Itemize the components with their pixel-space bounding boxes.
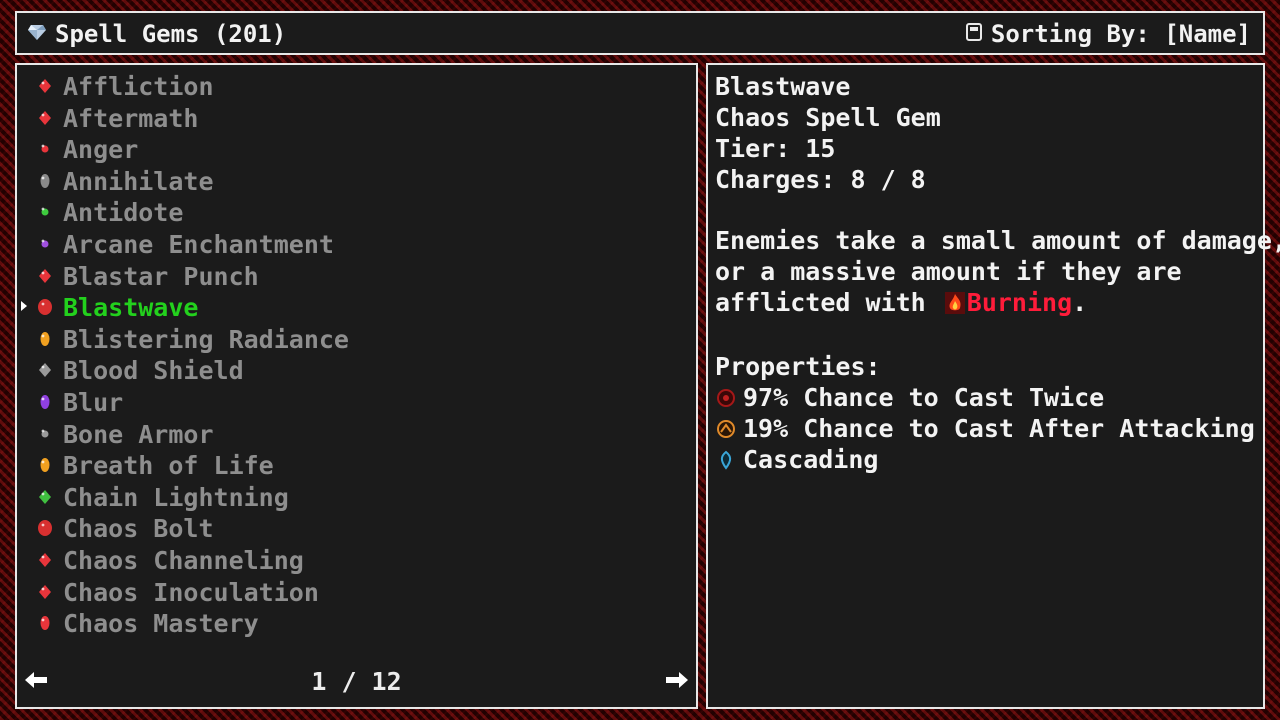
- gem-list-label: Blood Shield: [63, 356, 244, 386]
- description-line-3: afflicted with Burning.: [715, 287, 1280, 321]
- dot-gem-icon: [37, 425, 53, 443]
- oval-gem-icon: [37, 393, 53, 411]
- gem-list-label: Blur: [63, 387, 124, 417]
- diamond-gem-icon: [37, 583, 53, 601]
- page-title: Spell Gems (201): [55, 20, 287, 48]
- gem-list-item[interactable]: Chaos Bolt: [17, 513, 696, 545]
- diamond-gem-icon: [37, 77, 53, 95]
- gem-charges: Charges: 8 / 8: [715, 165, 926, 194]
- cascade-icon: [715, 449, 737, 471]
- gem-list-label: Blistering Radiance: [63, 324, 349, 354]
- gem-list-label: Blastar Punch: [63, 261, 259, 291]
- oval-gem-icon: [37, 330, 53, 348]
- gem-list-item[interactable]: Anger: [17, 134, 696, 166]
- twice-cast-icon: [715, 387, 737, 409]
- diamond-gem-icon: [37, 109, 53, 127]
- gem-list-item[interactable]: Chaos Channeling: [17, 545, 696, 577]
- gem-list-label: Breath of Life: [63, 451, 274, 481]
- gem-list-item[interactable]: Blood Shield: [17, 355, 696, 387]
- gem-list-label: Chain Lightning: [63, 482, 289, 512]
- gem-tier: Tier: 15: [715, 134, 836, 163]
- round-gem-icon: [37, 298, 53, 316]
- diamond-icon: [27, 23, 47, 45]
- gem-list-label: Annihilate: [63, 166, 214, 196]
- gem-list-label: Aftermath: [63, 103, 199, 133]
- gem-list-item[interactable]: Chain Lightning: [17, 482, 696, 514]
- attack-cast-icon: [715, 418, 737, 440]
- title-group: Spell Gems (201): [27, 20, 286, 48]
- right-arrow-icon[interactable]: [664, 667, 688, 697]
- burning-keyword[interactable]: Burning: [967, 288, 1072, 317]
- page-indicator: 1 / 12: [311, 667, 402, 696]
- sort-label[interactable]: Sorting By: [Name]: [991, 20, 1251, 48]
- diamond-gem-icon: [37, 488, 53, 506]
- gem-list-label: Blastwave: [63, 293, 199, 323]
- property-item: 97% Chance to Cast Twice: [715, 382, 1280, 413]
- gem-list-label: Bone Armor: [63, 419, 214, 449]
- fire-icon: [944, 290, 965, 321]
- gem-list-item[interactable]: Chaos Mastery: [17, 608, 696, 640]
- gem-list-item[interactable]: Chaos Inoculation: [17, 577, 696, 609]
- sort-icon: [965, 22, 983, 46]
- gem-list-item[interactable]: Antidote: [17, 197, 696, 229]
- property-text: 19% Chance to Cast After Attacking: [743, 414, 1255, 443]
- sort-control[interactable]: Sorting By: [Name]: [965, 20, 1251, 48]
- property-text: 97% Chance to Cast Twice: [743, 383, 1105, 412]
- round-gem-icon: [37, 519, 53, 537]
- pager: 1 / 12: [17, 667, 696, 701]
- gem-list-item[interactable]: Bone Armor: [17, 419, 696, 451]
- description-line-1: Enemies take a small amount of damage,: [715, 226, 1280, 255]
- oval-gem-icon: [37, 172, 53, 190]
- gem-list-label: Chaos Mastery: [63, 609, 259, 639]
- gem-list-item[interactable]: Blastar Punch: [17, 261, 696, 293]
- gem-list-label: Affliction: [63, 72, 214, 101]
- gem-list-panel: Affliction Aftermath Anger Annihilate Antido…: [15, 63, 698, 709]
- gem-list-item[interactable]: Aftermath: [17, 103, 696, 135]
- oval-gem-icon: [37, 614, 53, 632]
- gem-detail: Blastwave Chaos Spell Gem Tier: 15 Charg…: [715, 71, 1280, 475]
- gem-list-item[interactable]: Affliction: [17, 71, 696, 103]
- diamond-gem-icon: [37, 267, 53, 285]
- dot-gem-icon: [37, 235, 53, 253]
- gem-list: Affliction Aftermath Anger Annihilate Antido…: [17, 71, 696, 640]
- property-item: 19% Chance to Cast After Attacking: [715, 413, 1280, 444]
- diamond-gem-icon: [37, 551, 53, 569]
- gem-list-label: Chaos Channeling: [63, 545, 304, 575]
- gem-list-item[interactable]: Annihilate: [17, 166, 696, 198]
- gem-list-item[interactable]: Breath of Life: [17, 450, 696, 482]
- gem-name: Blastwave: [715, 72, 851, 101]
- gem-detail-panel: Blastwave Chaos Spell Gem Tier: 15 Charg…: [706, 63, 1280, 709]
- gem-type: Chaos Spell Gem: [715, 103, 941, 132]
- gem-list-item[interactable]: Arcane Enchantment: [17, 229, 696, 261]
- oval-gem-icon: [37, 456, 53, 474]
- description-line-2: or a massive amount if they are: [715, 257, 1182, 286]
- gem-list-item[interactable]: Blur: [17, 387, 696, 419]
- description-suffix: .: [1072, 288, 1088, 317]
- gem-list-item[interactable]: Blastwave: [17, 292, 696, 324]
- gem-list-label: Antidote: [63, 198, 184, 228]
- dot-gem-icon: [37, 203, 53, 221]
- diamond-gem-icon: [37, 361, 53, 379]
- gem-list-label: Chaos Bolt: [63, 514, 214, 544]
- property-text: Cascading: [743, 445, 879, 474]
- gem-list-label: Anger: [63, 135, 139, 165]
- gem-list-label: Chaos Inoculation: [63, 577, 319, 607]
- dot-gem-icon: [37, 140, 53, 158]
- description-prefix: afflicted with: [715, 288, 926, 317]
- properties-heading: Properties:: [715, 352, 881, 381]
- gem-list-label: Arcane Enchantment: [63, 229, 334, 259]
- header-bar: Spell Gems (201) Sorting By: [Name]: [15, 11, 1265, 55]
- selection-pointer-icon: [21, 301, 27, 312]
- property-item: Cascading: [715, 444, 1280, 475]
- gem-list-item[interactable]: Blistering Radiance: [17, 324, 696, 356]
